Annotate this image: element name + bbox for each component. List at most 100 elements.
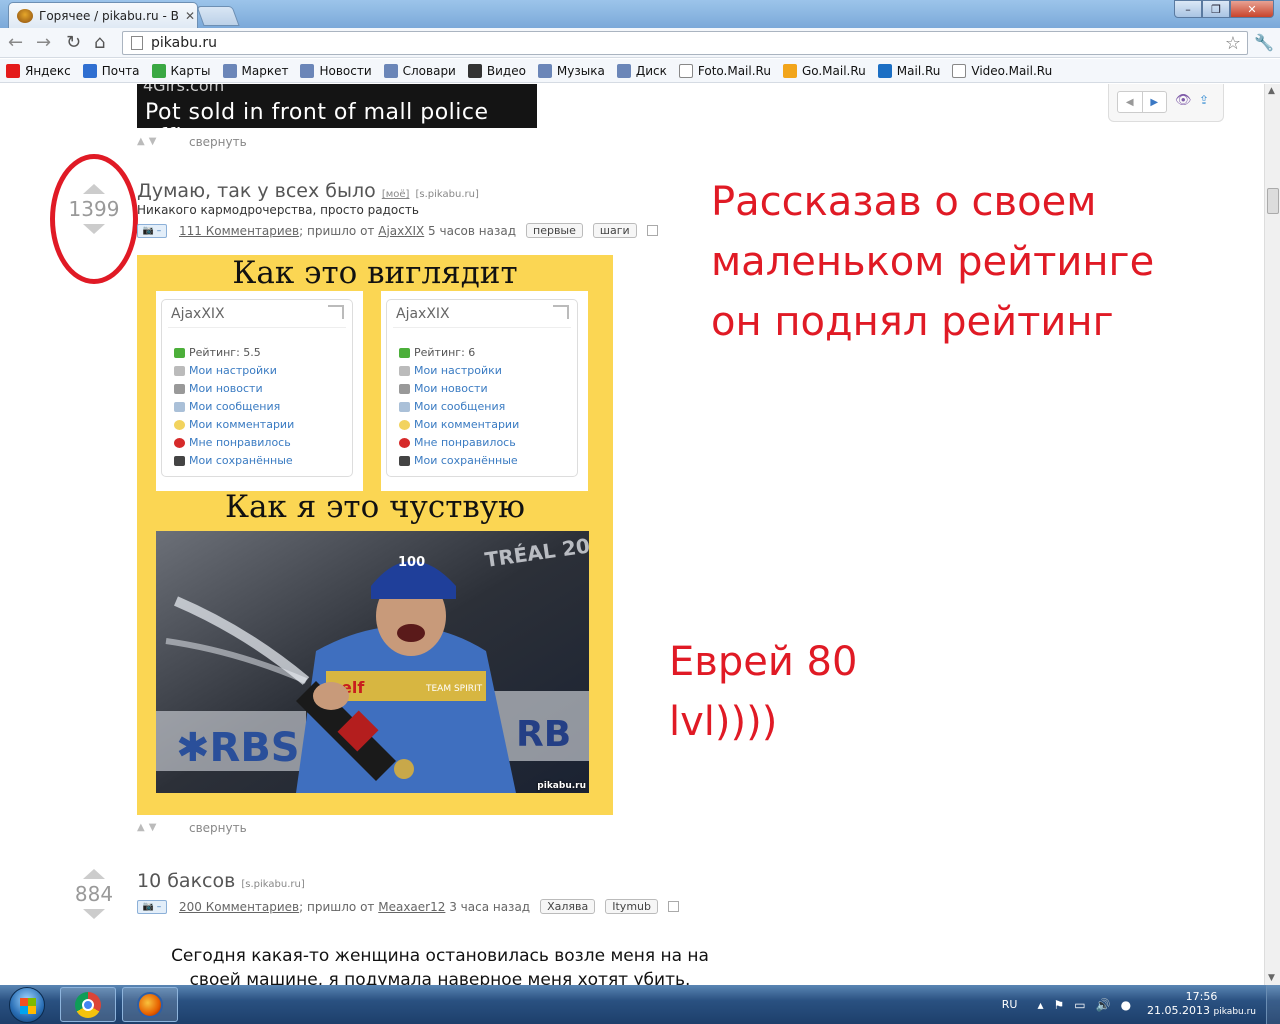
address-url: pikabu.ru	[151, 35, 218, 51]
card-item: Мои сообщения	[399, 398, 519, 416]
post-image-meme[interactable]: Как это виглядит AjaxXIX Рейтинг: 5.5 Мо…	[137, 255, 613, 815]
bookmark-item[interactable]: Видео	[467, 63, 526, 78]
scroll-top-icon[interactable]: ⇪	[1199, 93, 1209, 107]
camera-icon[interactable]: 📷 –	[137, 899, 167, 914]
upvote-icon[interactable]	[83, 869, 105, 879]
post-title[interactable]: Думаю, так у всех было	[137, 180, 376, 202]
minimize-button[interactable]: –	[1174, 0, 1202, 18]
language-indicator[interactable]: RU	[1002, 998, 1018, 1011]
clock[interactable]: 17:56 21.05.2013 pikabu.ru	[1147, 990, 1256, 1019]
maximize-button[interactable]: ❐	[1202, 0, 1230, 18]
svg-text:RB: RB	[516, 714, 571, 755]
previous-post-image[interactable]: 4Girs.com Pot sold in front of mall poli…	[137, 84, 537, 128]
bookmark-label: Яндекс	[25, 63, 71, 78]
page-content: 4Girs.com Pot sold in front of mall poli…	[0, 84, 1264, 985]
bookmark-label: Диск	[635, 63, 667, 78]
bookmark-item[interactable]: Go.Mail.Ru	[782, 63, 866, 78]
settings-icon	[399, 366, 410, 376]
page-scrollbar[interactable]: ▲ ▼	[1264, 84, 1280, 985]
bookmark-item[interactable]: Foto.Mail.Ru	[678, 63, 771, 78]
tag-halyava[interactable]: Халява	[540, 899, 596, 914]
bookmark-label: Новости	[319, 63, 372, 78]
collapse-link[interactable]: свернуть	[189, 821, 247, 835]
taskbar-firefox[interactable]	[122, 987, 178, 1022]
card-item: Мои сохранённые	[174, 452, 294, 470]
tag-itymub[interactable]: Itymub	[605, 899, 658, 914]
reload-icon[interactable]: ↻	[66, 32, 81, 53]
mini-vote-arrows-icon[interactable]: ▲▼	[137, 136, 160, 147]
close-window-button[interactable]: ✕	[1230, 0, 1274, 18]
bookmark-item[interactable]: Новости	[300, 63, 372, 78]
tag-shagi[interactable]: шаги	[592, 223, 637, 238]
window-controls: – ❐ ✕	[1174, 0, 1274, 18]
pikabu-favicon-icon	[17, 8, 33, 23]
post-navigation-widget: ◀ ▶ 👁 ⇪	[1108, 84, 1224, 122]
comment-icon	[174, 420, 185, 430]
scroll-up-icon[interactable]: ▲	[1268, 86, 1275, 96]
profile-card: AjaxXIX Рейтинг: 6 Мои настройки Мои нов…	[386, 299, 578, 477]
author-link[interactable]: AjaxXIX	[378, 224, 424, 238]
page-icon	[952, 63, 967, 78]
new-tab-button[interactable]	[196, 6, 240, 26]
maps-icon	[151, 63, 166, 78]
wrench-menu-icon[interactable]: 🔧	[1254, 33, 1274, 52]
forward-arrow-icon[interactable]: →	[36, 32, 51, 53]
bookmark-item[interactable]: Маркет	[222, 63, 289, 78]
bookmark-item[interactable]: Яндекс	[6, 63, 71, 78]
bookmark-item[interactable]: Словари	[383, 63, 456, 78]
pikabu-watermark: pikabu.ru	[537, 781, 586, 791]
mini-vote-arrows-icon[interactable]: ▲▼	[137, 822, 160, 833]
author-link[interactable]: Meaxaer12	[378, 900, 445, 914]
start-button[interactable]	[3, 985, 51, 1024]
close-tab-icon[interactable]: ✕	[185, 9, 195, 23]
bookmark-item[interactable]: Диск	[616, 63, 667, 78]
red-annotation-bottom: Еврей 80 lvl))))	[669, 639, 858, 745]
tag-pervye[interactable]: первые	[526, 223, 583, 238]
next-post-icon[interactable]: ▶	[1143, 92, 1167, 112]
address-bar[interactable]: pikabu.ru ☆	[122, 31, 1248, 55]
bookmark-item[interactable]: Почта	[82, 63, 140, 78]
network-icon[interactable]: ▭	[1074, 998, 1085, 1012]
save-icon[interactable]	[668, 901, 679, 912]
back-arrow-icon[interactable]: ←	[8, 32, 23, 53]
security-icon[interactable]: ●	[1121, 998, 1131, 1012]
rating-icon	[399, 348, 410, 358]
home-icon[interactable]: ⌂	[94, 32, 105, 53]
tray-arrow-icon[interactable]: ▴	[1037, 998, 1043, 1012]
bookmark-label: Маркет	[241, 63, 289, 78]
scroll-down-icon[interactable]: ▼	[1268, 973, 1275, 983]
eye-icon[interactable]: 👁	[1175, 93, 1192, 108]
meme-heading-top: Как это виглядит	[232, 255, 518, 291]
bookmark-item[interactable]: Video.Mail.Ru	[952, 63, 1052, 78]
celebration-photo: TRÉAL 2006 ✱RBS RB elf TEAM SPIRIT 100 p…	[156, 531, 589, 793]
post-title[interactable]: 10 баксов	[137, 870, 235, 892]
volume-icon[interactable]: 🔊	[1096, 998, 1111, 1012]
mine-tag[interactable]: [моё]	[382, 189, 410, 200]
bookmark-item[interactable]: Mail.Ru	[877, 63, 940, 78]
mail-icon	[82, 63, 97, 78]
collapse-link[interactable]: свернуть	[189, 135, 247, 149]
scrollbar-thumb[interactable]	[1267, 188, 1279, 214]
comments-link[interactable]: 200 Комментариев	[179, 900, 299, 914]
camera-icon[interactable]: 📷 –	[137, 223, 167, 238]
page-icon	[678, 63, 693, 78]
settings-icon	[174, 366, 185, 376]
taskbar-chrome[interactable]	[60, 987, 116, 1022]
bookmark-label: Foto.Mail.Ru	[697, 63, 771, 78]
image-watermark: 4Girs.com	[143, 84, 225, 95]
bookmark-item[interactable]: Музыка	[537, 63, 605, 78]
profile-panel-after: AjaxXIX Рейтинг: 6 Мои настройки Мои нов…	[381, 291, 588, 491]
comments-link[interactable]: 111 Комментариев	[179, 224, 299, 238]
bookmark-star-icon[interactable]: ☆	[1225, 33, 1241, 54]
show-desktop-button[interactable]	[1266, 985, 1280, 1024]
windows-logo-icon	[9, 986, 45, 1023]
firefox-icon	[137, 991, 163, 1018]
prev-post-icon[interactable]: ◀	[1118, 92, 1143, 112]
save-icon[interactable]	[646, 225, 658, 236]
browser-tab[interactable]: Горячее / pikabu.ru - Все ✕	[8, 2, 198, 28]
bookmark-label: Карты	[170, 63, 211, 78]
bookmark-item[interactable]: Карты	[151, 63, 211, 78]
downvote-icon[interactable]	[83, 909, 105, 919]
news-icon	[174, 384, 185, 394]
flag-icon[interactable]: ⚑	[1054, 998, 1065, 1012]
